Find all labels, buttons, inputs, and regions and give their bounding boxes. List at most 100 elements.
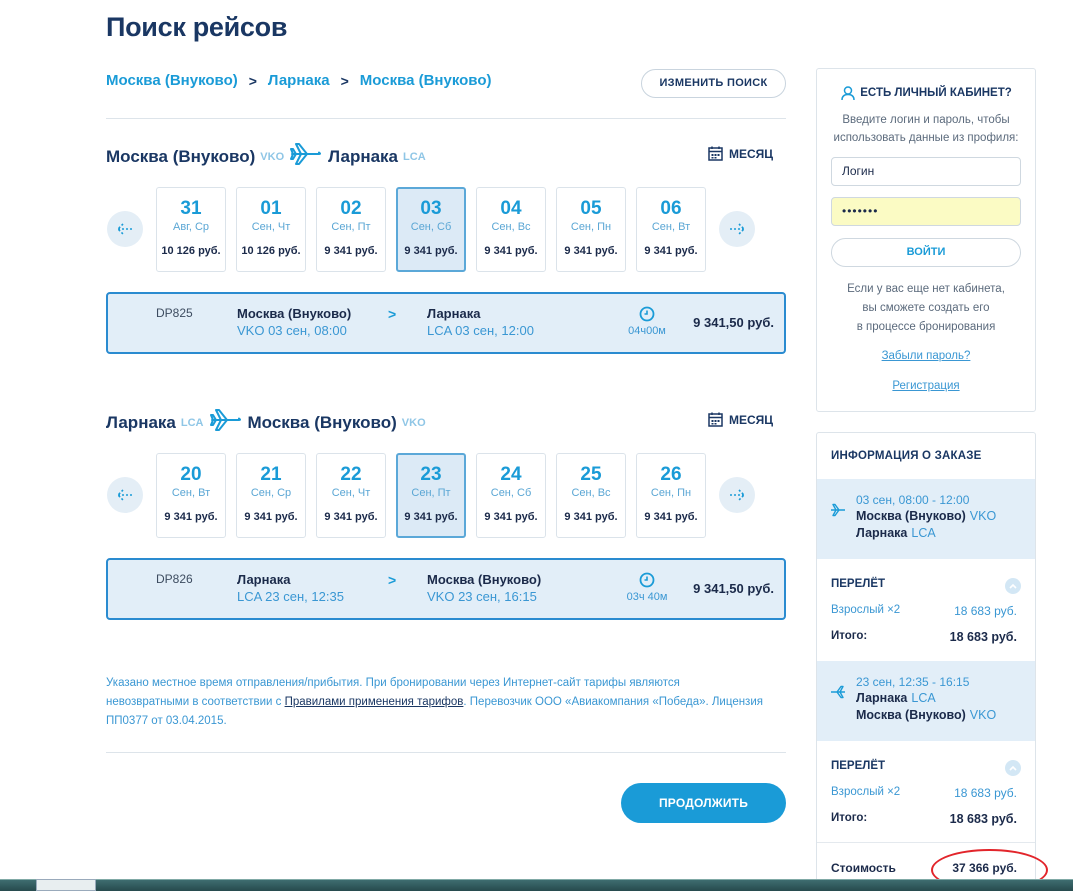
login-subtitle-line: использовать данные из профиля: — [833, 132, 1019, 144]
login-note-line: в процессе бронирования — [856, 321, 996, 333]
register-link[interactable]: Регистрация — [817, 380, 1035, 392]
outbound-month-button[interactable]: МЕСЯЦ — [708, 146, 773, 161]
outbound-date-card-selected[interactable]: 03 Сен, Сб 9 341 руб. — [396, 187, 466, 272]
date-price: 9 341 руб. — [564, 245, 618, 257]
fare-total-label: Итого: — [831, 630, 868, 642]
flight-arrival-city: Ларнака — [427, 306, 481, 321]
inbound-flight-option[interactable]: DP826 Ларнака LCA 23 сен, 12:35 > Москва… — [106, 558, 786, 620]
outbound-prev-dates-button[interactable] — [107, 211, 143, 247]
segment-to: Москва (Внуково) VKO — [856, 708, 996, 722]
date-price: 9 341 руб. — [484, 245, 538, 257]
segment-from-city: Ларнака — [856, 691, 908, 705]
flight-departure-city: Ларнака — [237, 572, 291, 587]
inbound-from-city: Ларнака — [106, 412, 176, 432]
plane-icon — [830, 685, 846, 704]
inbound-date-card[interactable]: 21 Сен, Ср 9 341 руб. — [236, 453, 306, 538]
login-submit-button[interactable]: ВОЙТИ — [831, 238, 1021, 267]
inbound-prev-dates-button[interactable] — [107, 477, 143, 513]
inbound-date-card[interactable]: 26 Сен, Пн 9 341 руб. — [636, 453, 706, 538]
breadcrumb-item-return[interactable]: Москва (Внуково) — [360, 72, 492, 89]
segment-to: Ларнака LCA — [856, 526, 936, 540]
outbound-date-card[interactable]: 02 Сен, Пт 9 341 руб. — [316, 187, 386, 272]
flight-duration: 04ч00м — [628, 325, 666, 337]
continue-button[interactable]: ПРОДОЛЖИТЬ — [621, 783, 786, 823]
segment-from: Москва (Внуково) VKO — [856, 509, 996, 523]
fare-rules-link[interactable]: Правилами применения тарифов — [285, 696, 464, 708]
breadcrumb-item-origin[interactable]: Москва (Внуково) — [106, 72, 238, 89]
date-weekday: Сен, Вт — [171, 487, 211, 499]
date-weekday: Авг, Ср — [172, 221, 210, 233]
fare-total-row: Итого: 18 683 руб. — [831, 630, 1017, 644]
inbound-date-card-selected[interactable]: 23 Сен, Пт 9 341 руб. — [396, 453, 466, 538]
date-weekday: Сен, Сб — [410, 221, 452, 233]
date-price: 10 126 руб. — [161, 245, 221, 257]
login-note-line: Если у вас еще нет кабинета, — [847, 283, 1005, 295]
password-input[interactable]: ••••••• — [831, 197, 1021, 226]
inbound-date-card[interactable]: 24 Сен, Сб 9 341 руб. — [476, 453, 546, 538]
date-weekday: Сен, Чт — [331, 487, 371, 499]
date-day: 06 — [660, 198, 682, 219]
login-panel: ЕСТЬ ЛИЧНЫЙ КАБИНЕТ? Введите логин и пар… — [816, 68, 1036, 412]
date-day: 24 — [500, 464, 522, 485]
change-search-button[interactable]: ИЗМЕНИТЬ ПОИСК — [641, 69, 786, 98]
collapse-toggle-button[interactable] — [1005, 760, 1021, 776]
breadcrumb-item-destination[interactable]: Ларнака — [268, 72, 330, 89]
calendar-icon — [708, 146, 723, 161]
fare-title: ПЕРЕЛЁТ — [831, 578, 886, 590]
chevron-up-icon — [1009, 765, 1017, 771]
inbound-next-dates-button[interactable] — [719, 477, 755, 513]
flight-number: DP826 — [156, 572, 193, 586]
segment-from-city: Москва (Внуково) — [856, 509, 966, 523]
cost-label: Стоимость — [831, 861, 896, 875]
collapse-toggle-button[interactable] — [1005, 578, 1021, 594]
date-day: 04 — [500, 198, 522, 219]
date-day: 05 — [580, 198, 602, 219]
outbound-from-code: VKO — [260, 150, 285, 163]
plane-icon — [209, 407, 242, 438]
date-weekday: Сен, Ср — [250, 487, 292, 499]
fare-adult-label: Взрослый ×2 — [831, 786, 901, 798]
breadcrumb: Москва (Внуково) > Ларнака > Москва (Вну… — [106, 72, 492, 89]
flight-number: DP825 — [156, 306, 193, 320]
outbound-flight-option[interactable]: DP825 Москва (Внуково) VKO 03 сен, 08:00… — [106, 292, 786, 354]
outbound-date-card[interactable]: 31 Авг, Ср 10 126 руб. — [156, 187, 226, 272]
inbound-month-button[interactable]: МЕСЯЦ — [708, 412, 773, 427]
fare-adult-value: 18 683 руб. — [954, 604, 1017, 618]
login-subtitle: Введите логин и пароль, чтобы использова… — [817, 111, 1035, 147]
outbound-date-card[interactable]: 05 Сен, Пн 9 341 руб. — [556, 187, 626, 272]
flight-arrival-time: VKO 23 сен, 16:15 — [427, 589, 537, 604]
outbound-next-dates-button[interactable] — [719, 211, 755, 247]
date-day: 02 — [340, 198, 362, 219]
outbound-from-city: Москва (Внуково) — [106, 146, 256, 166]
arrow-left-icon — [116, 223, 132, 235]
date-weekday: Сен, Вс — [571, 487, 611, 499]
month-label: МЕСЯЦ — [729, 412, 774, 427]
segment-time: 03 сен, 08:00 - 12:00 — [856, 493, 970, 507]
flight-arrival-time: LCA 03 сен, 12:00 — [427, 323, 534, 338]
flight-departure-time: VKO 03 сен, 08:00 — [237, 323, 347, 338]
arrow-right-icon — [730, 489, 746, 501]
fare-disclaimer: Указано местное время отправления/прибыт… — [106, 674, 766, 731]
date-price: 9 341 руб. — [484, 511, 538, 523]
login-title: ЕСТЬ ЛИЧНЫЙ КАБИНЕТ? — [817, 85, 1035, 101]
flight-arrival-city: Москва (Внуково) — [427, 572, 542, 587]
outbound-date-card[interactable]: 04 Сен, Вс 9 341 руб. — [476, 187, 546, 272]
outbound-date-card[interactable]: 01 Сен, Чт 10 126 руб. — [236, 187, 306, 272]
flight-price: 9 341,50 руб. — [693, 315, 774, 330]
inbound-date-card[interactable]: 25 Сен, Вс 9 341 руб. — [556, 453, 626, 538]
forgot-password-link[interactable]: Забыли пароль? — [817, 350, 1035, 362]
segment-time: 23 сен, 12:35 - 16:15 — [856, 675, 970, 689]
segment-from: Ларнака LCA — [856, 691, 936, 705]
divider — [817, 842, 1035, 843]
plane-icon — [290, 141, 322, 172]
inbound-date-card[interactable]: 20 Сен, Вт 9 341 руб. — [156, 453, 226, 538]
taskbar-button[interactable] — [36, 879, 96, 891]
login-input[interactable]: Логин — [831, 157, 1021, 186]
order-segment-outbound: 03 сен, 08:00 - 12:00 Москва (Внуково) VK… — [817, 479, 1035, 559]
outbound-date-card[interactable]: 06 Сен, Вт 9 341 руб. — [636, 187, 706, 272]
fare-adult-value: 18 683 руб. — [954, 786, 1017, 800]
month-label: МЕСЯЦ — [729, 146, 774, 161]
order-summary-panel: ИНФОРМАЦИЯ О ЗАКАЗЕ 03 сен, 08:00 - 12:0… — [816, 432, 1036, 891]
inbound-from-code: LCA — [180, 416, 204, 429]
inbound-date-card[interactable]: 22 Сен, Чт 9 341 руб. — [316, 453, 386, 538]
